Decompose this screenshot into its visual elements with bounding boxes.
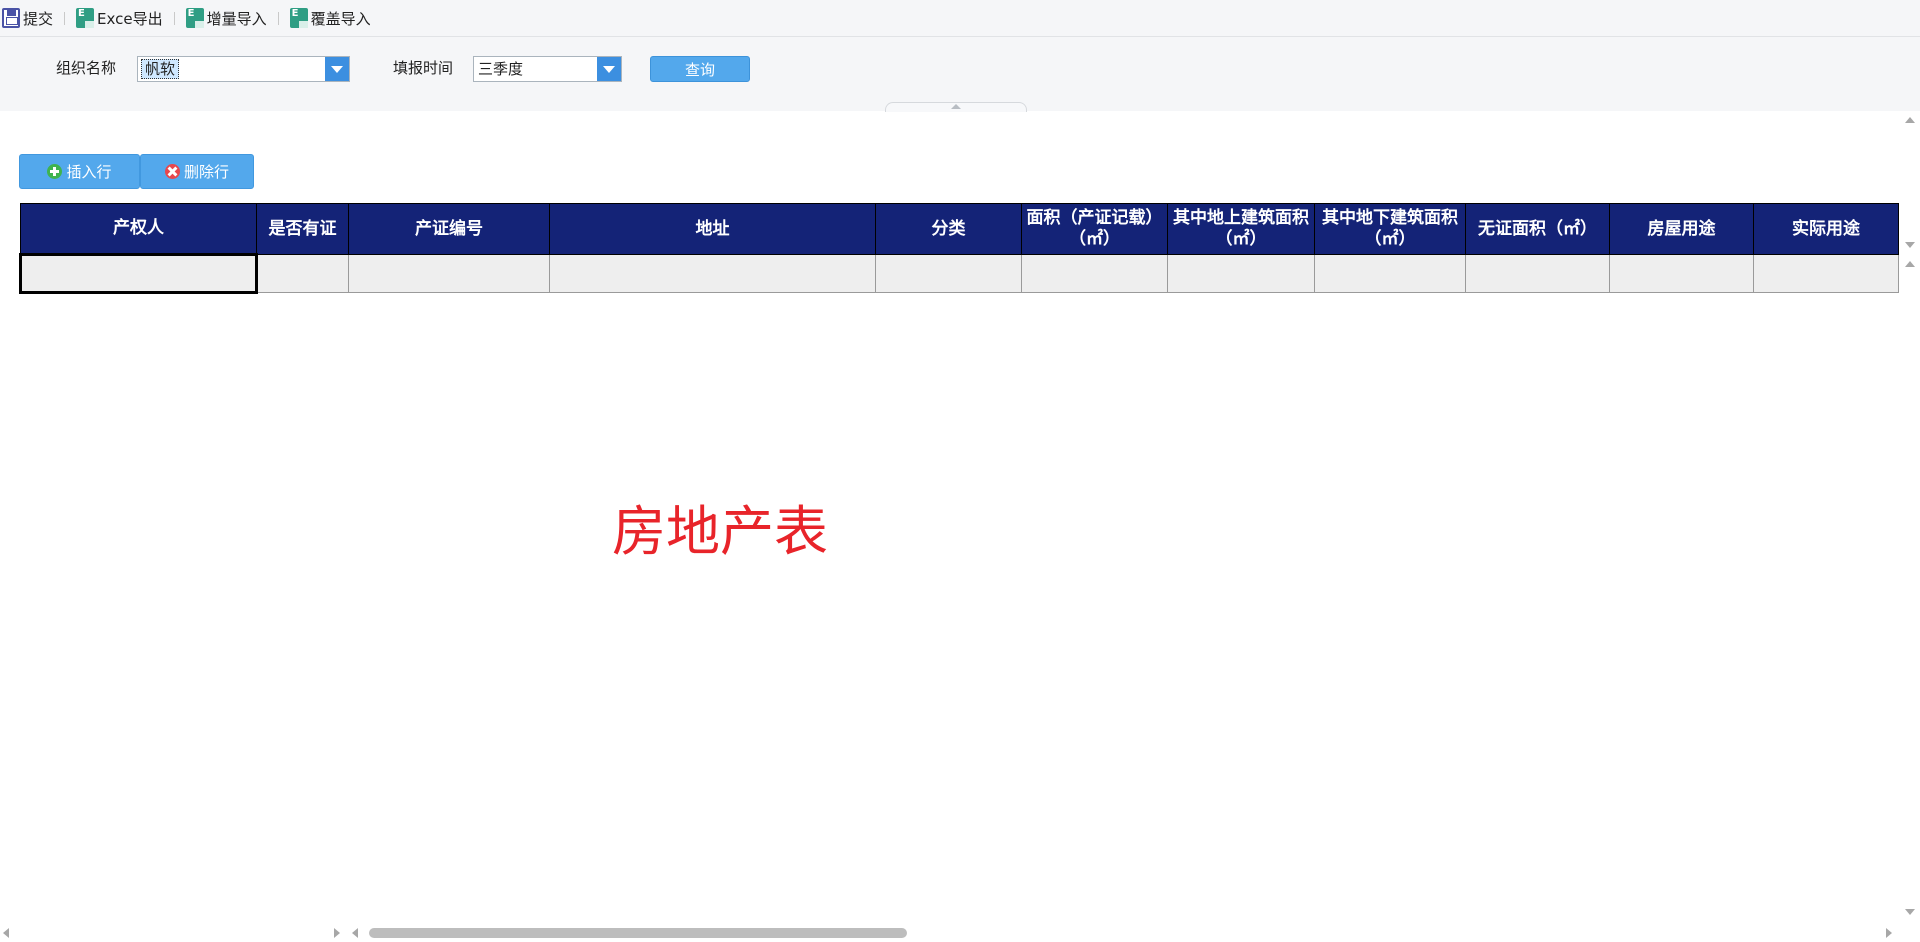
table-cell[interactable] (1021, 254, 1168, 293)
period-label: 填报时间 (393, 59, 454, 77)
scroll-left-icon[interactable] (352, 928, 358, 938)
excel-export-label: Exce导出 (97, 9, 163, 28)
table-cell[interactable] (19, 253, 258, 294)
toolbar: 提交 E Exce导出 E 增量导入 E 覆盖导入 (0, 0, 1920, 37)
overwrite-import-label: 覆盖导入 (310, 9, 371, 28)
column-header-owner: 产权人 (20, 203, 257, 255)
column-header-has-certificate: 是否有证 (256, 203, 349, 255)
plus-icon (47, 164, 63, 179)
scroll-up-icon[interactable] (1905, 261, 1915, 267)
column-header-building-use: 房屋用途 (1609, 203, 1754, 255)
close-icon (164, 164, 180, 179)
column-header-category: 分类 (875, 203, 1022, 255)
query-button[interactable]: 查询 (650, 56, 750, 82)
org-select[interactable]: 帆软 (137, 56, 350, 82)
submit-button[interactable]: 提交 (0, 0, 55, 37)
chevron-down-icon[interactable] (325, 57, 349, 81)
excel-icon: E (289, 8, 308, 28)
collapse-panel-toggle[interactable] (885, 102, 1027, 112)
scroll-left-icon[interactable] (3, 928, 9, 938)
delete-row-button[interactable]: 删除行 (140, 154, 254, 189)
incremental-import-button[interactable]: E 增量导入 (184, 0, 269, 37)
column-header-certificate-no: 产证编号 (348, 203, 550, 255)
real-estate-table: 产权人 是否有证 产证编号 地址 分类 面积（产证记载）（㎡） 其中地上建筑面积… (19, 203, 1899, 294)
toolbar-separator (277, 11, 279, 25)
table-cell[interactable] (1609, 254, 1754, 293)
table-cell[interactable] (1465, 254, 1610, 293)
period-select[interactable]: 三季度 (473, 56, 622, 82)
table-cell[interactable] (549, 254, 876, 293)
scroll-down-icon[interactable] (1905, 909, 1915, 915)
query-panel: 组织名称 帆软 填报时间 三季度 查询 (0, 37, 1920, 112)
scroll-down-icon[interactable] (1905, 242, 1915, 248)
toolbar-separator (64, 11, 66, 25)
org-select-value: 帆软 (141, 59, 180, 79)
table-cell[interactable] (348, 254, 550, 293)
scrollbar-thumb[interactable] (369, 928, 907, 938)
column-header-actual-use: 实际用途 (1753, 203, 1899, 255)
table-cell[interactable] (1753, 254, 1899, 293)
excel-export-button[interactable]: E Exce导出 (74, 0, 165, 37)
scroll-right-icon[interactable] (334, 928, 340, 938)
org-label: 组织名称 (56, 59, 117, 77)
insert-row-button[interactable]: 插入行 (19, 154, 140, 189)
table-row (19, 253, 1899, 294)
column-header-underground-area: 其中地下建筑面积（㎡） (1314, 203, 1466, 255)
table-cell[interactable] (1314, 254, 1466, 293)
report-title: 房地产表 (612, 500, 828, 563)
excel-icon: E (185, 8, 204, 28)
column-header-uncertified-area: 无证面积（㎡） (1465, 203, 1610, 255)
column-header-address: 地址 (549, 203, 876, 255)
table-cell[interactable] (875, 254, 1022, 293)
scroll-right-icon[interactable] (1886, 928, 1892, 938)
overwrite-import-button[interactable]: E 覆盖导入 (288, 0, 373, 37)
chevron-down-icon[interactable] (597, 57, 621, 81)
table-header-row: 产权人 是否有证 产证编号 地址 分类 面积（产证记载）（㎡） 其中地上建筑面积… (20, 203, 1899, 255)
toolbar-separator (173, 11, 175, 25)
save-icon (2, 8, 20, 28)
table-cell[interactable] (256, 254, 349, 293)
submit-label: 提交 (23, 9, 54, 28)
incremental-import-label: 增量导入 (206, 9, 267, 28)
column-header-certified-area: 面积（产证记载）（㎡） (1021, 203, 1168, 255)
column-header-above-ground-area: 其中地上建筑面积（㎡） (1167, 203, 1315, 255)
delete-row-label: 删除行 (183, 163, 229, 181)
insert-row-label: 插入行 (66, 163, 112, 181)
excel-icon: E (76, 8, 95, 28)
table-cell[interactable] (1167, 254, 1315, 293)
scroll-up-icon[interactable] (1905, 117, 1915, 123)
period-select-value: 三季度 (478, 60, 524, 78)
